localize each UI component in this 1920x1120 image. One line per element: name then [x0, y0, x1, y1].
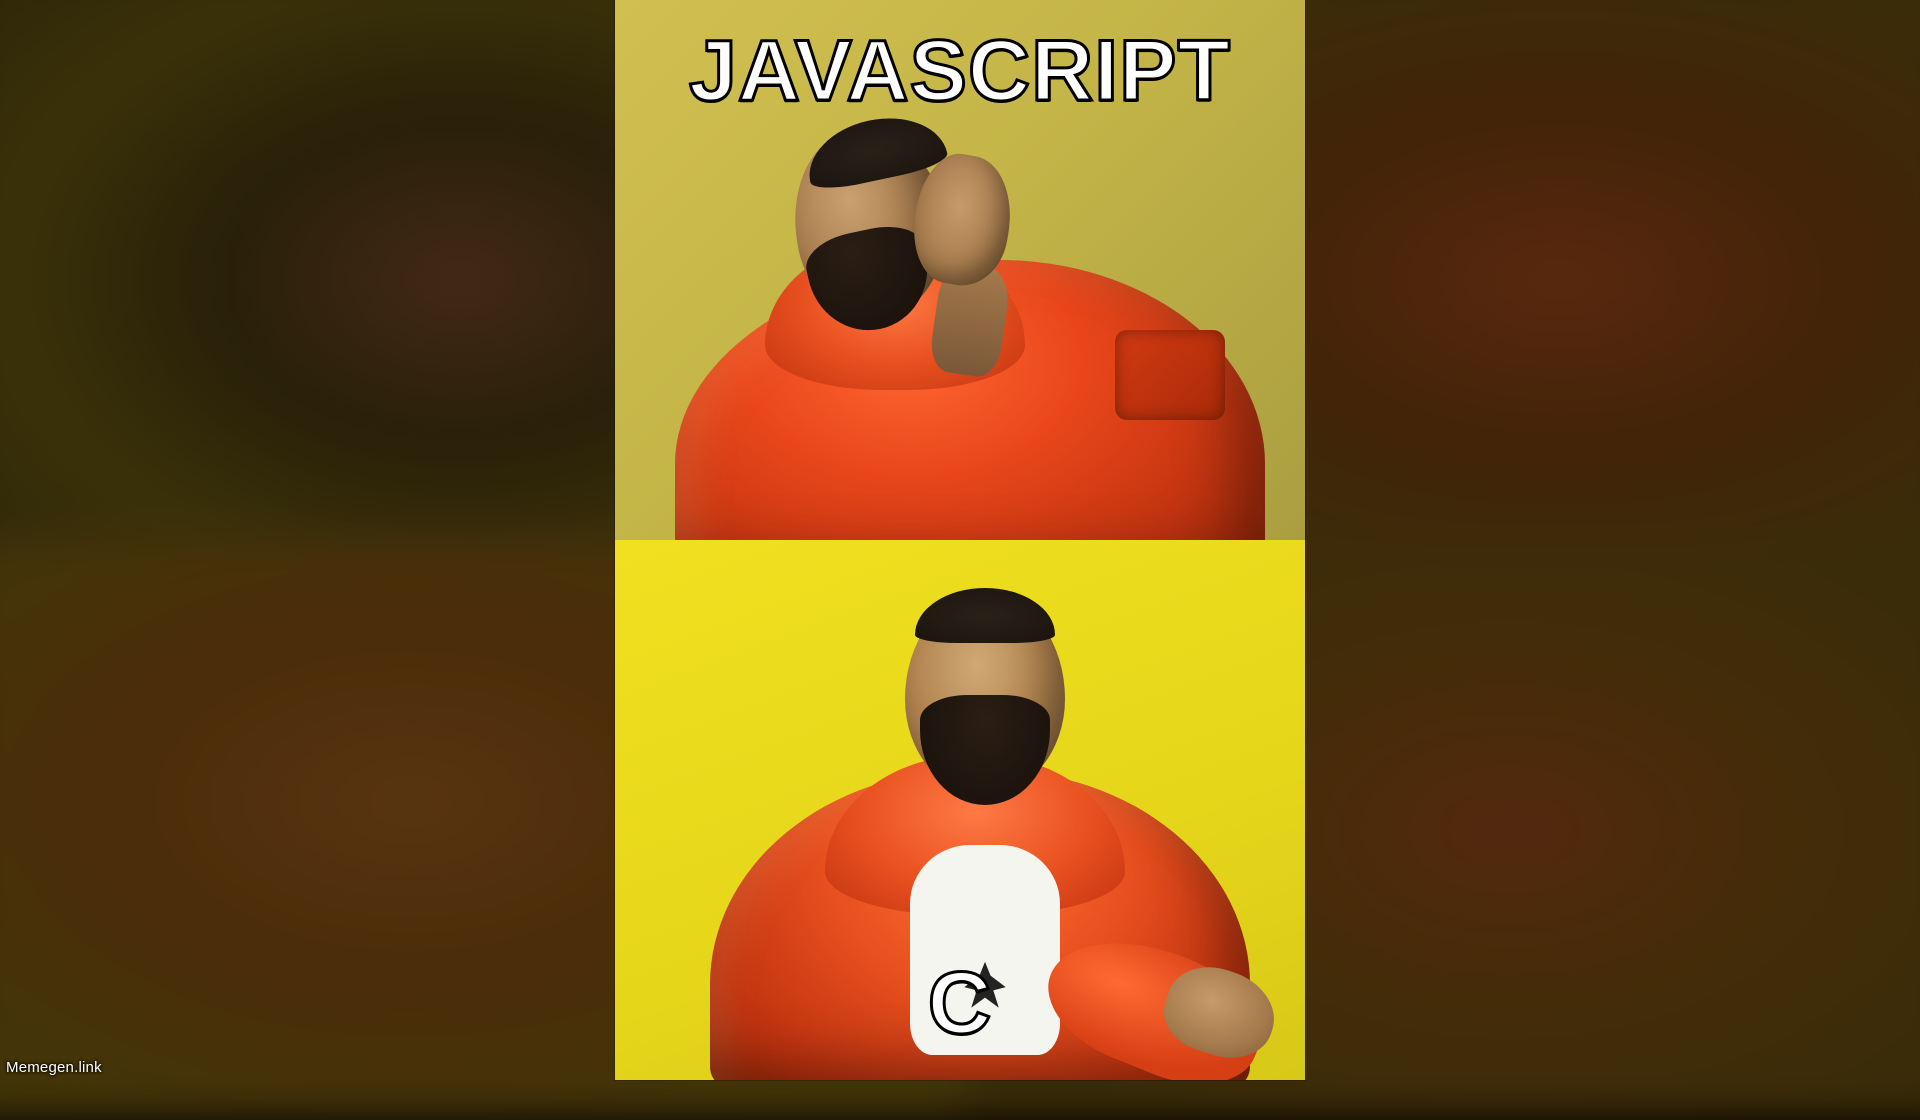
meme-image: JAVASCRIPT C: [615, 0, 1305, 1080]
meme-panel-reject: JAVASCRIPT: [615, 0, 1305, 540]
meme-bottom-caption: C: [928, 952, 993, 1054]
meme-top-caption: JAVASCRIPT: [689, 22, 1231, 121]
meme-panel-approve: C: [615, 540, 1305, 1080]
watermark-text: Memegen.link: [6, 1059, 102, 1076]
